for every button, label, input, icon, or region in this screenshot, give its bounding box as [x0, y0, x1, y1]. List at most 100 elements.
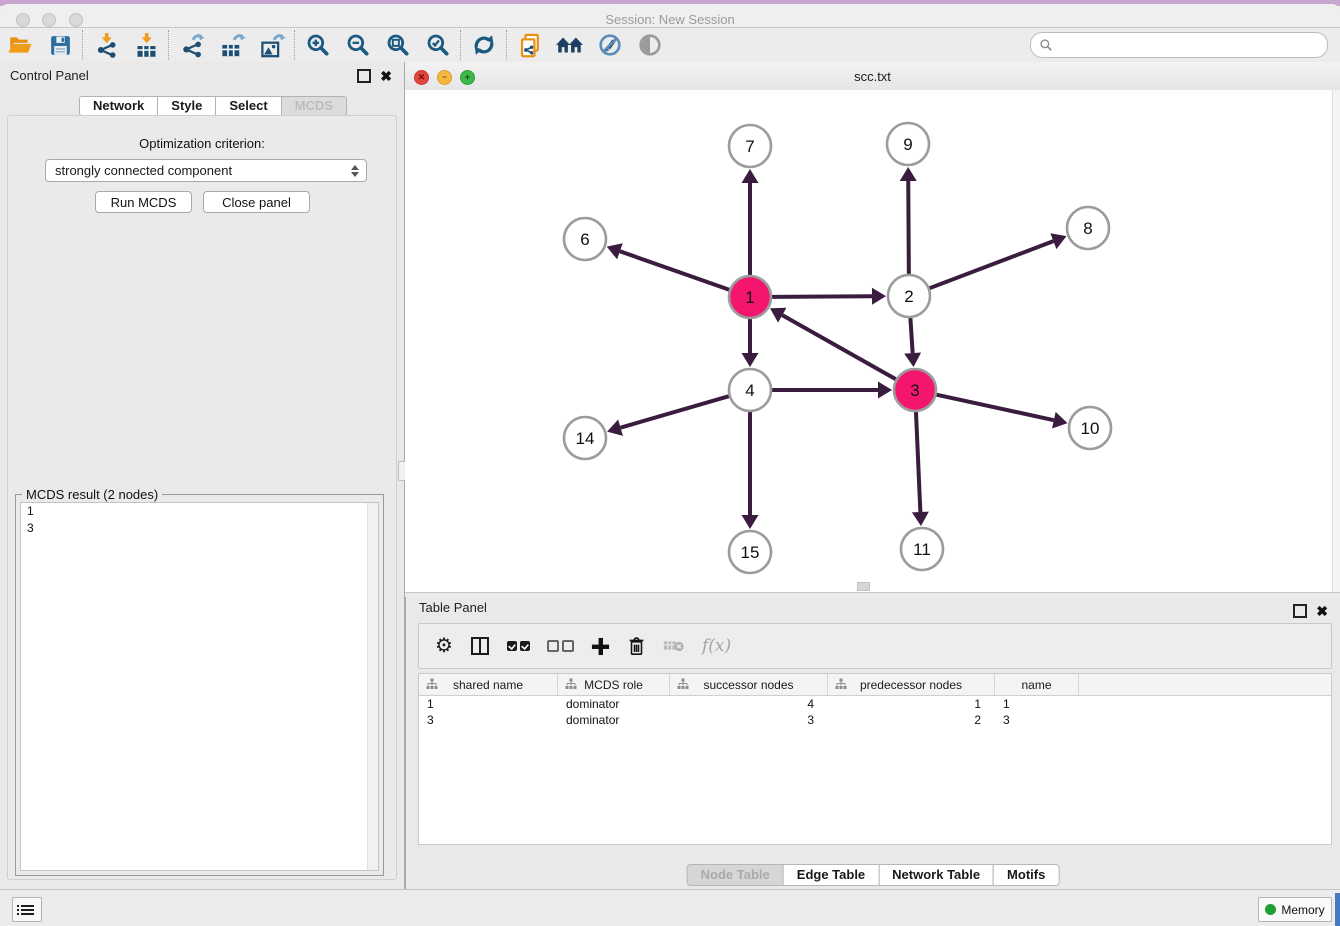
deselect-all-icon[interactable]	[547, 640, 574, 652]
export-table-button[interactable]	[212, 30, 252, 60]
edge-arrowhead	[872, 288, 886, 305]
tab-style[interactable]: Style	[157, 96, 216, 116]
zoom-fit-icon	[385, 32, 411, 58]
zoom-fit-button[interactable]	[378, 30, 418, 60]
node-table: shared nameMCDS rolesuccessor nodesprede…	[418, 673, 1332, 845]
column-type-icon	[677, 678, 689, 690]
graphics-details-icon	[597, 32, 623, 58]
save-session-button[interactable]	[40, 30, 80, 60]
task-history-button[interactable]	[12, 897, 42, 922]
open-session-button[interactable]	[0, 30, 40, 60]
task-list-icon	[21, 905, 34, 915]
export-network-icon	[179, 32, 206, 59]
tab-network-table[interactable]: Network Table	[878, 864, 994, 886]
table-cell[interactable]: 1	[995, 696, 1079, 712]
table-cell[interactable]: 3	[995, 712, 1079, 728]
zoom-selected-button[interactable]	[418, 30, 458, 60]
edge-arrowhead	[742, 353, 759, 367]
edge-arrowhead	[904, 353, 921, 368]
control-panel-tabs: NetworkStyleSelectMCDS	[79, 96, 347, 116]
table-cell[interactable]: dominator	[558, 712, 670, 728]
show-graphics-details-button[interactable]	[590, 30, 630, 60]
column-header-shared-name[interactable]: shared name	[419, 674, 558, 695]
tab-network[interactable]: Network	[79, 96, 158, 116]
add-column-icon[interactable]	[591, 637, 610, 656]
mcds-result-item[interactable]: 1	[21, 503, 378, 520]
tab-node-table[interactable]: Node Table	[687, 864, 784, 886]
refresh-icon	[471, 32, 497, 58]
column-header-mcds-role[interactable]: MCDS role	[558, 674, 670, 695]
mcds-result-title: MCDS result (2 nodes)	[22, 487, 162, 502]
mcds-panel: Optimization criterion: strongly connect…	[7, 115, 397, 880]
table-cell[interactable]: 4	[670, 696, 828, 712]
delete-column-trash-icon[interactable]	[627, 636, 646, 656]
column-label: successor nodes	[670, 678, 827, 692]
node-label-4: 4	[745, 381, 754, 400]
tab-mcds[interactable]: MCDS	[281, 96, 347, 116]
mcds-result-list[interactable]: 13	[20, 502, 379, 871]
run-mcds-button[interactable]: Run MCDS	[95, 191, 192, 213]
mcds-result-item[interactable]: 3	[21, 520, 378, 537]
select-all-icon[interactable]	[507, 641, 530, 651]
home-layout-button[interactable]	[550, 30, 590, 60]
table-cell[interactable]: 1	[419, 696, 558, 712]
column-header-name[interactable]: name	[995, 674, 1079, 695]
import-table-button[interactable]	[126, 30, 166, 60]
node-label-2: 2	[904, 287, 913, 306]
node-label-10: 10	[1081, 419, 1100, 438]
network-window-titlebar[interactable]: ✕ − + scc.txt	[405, 62, 1340, 91]
table-cell[interactable]: 3	[670, 712, 828, 728]
table-row[interactable]: 1dominator411	[419, 696, 1331, 712]
import-network-button[interactable]	[86, 30, 126, 60]
toolbar-separator	[168, 30, 170, 60]
column-header-successor-nodes[interactable]: successor nodes	[670, 674, 828, 695]
network-graph: 1234678910111415	[405, 90, 1340, 592]
edge-3-1	[782, 315, 896, 379]
network-scrollbar[interactable]	[1332, 90, 1340, 592]
table-cell[interactable]: dominator	[558, 696, 670, 712]
tab-select[interactable]: Select	[215, 96, 281, 116]
close-panel-icon[interactable]: ✖	[380, 70, 392, 82]
table-row[interactable]: 3dominator323	[419, 712, 1331, 728]
tab-edge-table[interactable]: Edge Table	[783, 864, 879, 886]
node-label-1: 1	[745, 288, 754, 307]
clone-network-button[interactable]	[510, 30, 550, 60]
export-image-button[interactable]	[252, 30, 292, 60]
main-toolbar	[0, 28, 1340, 63]
column-header-predecessor-nodes[interactable]: predecessor nodes	[828, 674, 995, 695]
table-toolbar: ⚙ f(x)	[418, 623, 1332, 669]
network-splitter-handle[interactable]	[857, 582, 870, 591]
edge-arrowhead	[742, 169, 759, 183]
node-label-3: 3	[910, 381, 919, 400]
float-panel-icon[interactable]	[357, 69, 371, 83]
birdseye-view-button[interactable]	[630, 30, 670, 60]
search-field[interactable]	[1030, 32, 1328, 58]
edge-arrowhead	[742, 515, 759, 529]
tab-motifs[interactable]: Motifs	[993, 864, 1059, 886]
function-builder-icon[interactable]: f(x)	[702, 636, 731, 656]
table-cell[interactable]: 3	[419, 712, 558, 728]
table-settings-gear-icon[interactable]: ⚙	[435, 636, 453, 656]
birdseye-eye-icon	[637, 32, 663, 58]
export-network-button[interactable]	[172, 30, 212, 60]
node-label-11: 11	[913, 540, 931, 559]
zoom-in-button[interactable]	[298, 30, 338, 60]
float-panel-icon[interactable]	[1293, 604, 1307, 618]
table-cell[interactable]: 1	[828, 696, 995, 712]
toolbar-separator	[294, 30, 296, 60]
window-title: Session: New Session	[0, 12, 1340, 27]
edge-4-14	[621, 396, 729, 428]
memory-button[interactable]: Memory	[1258, 897, 1332, 922]
mcds-result-scrollbar[interactable]	[367, 503, 378, 870]
table-cell[interactable]: 2	[828, 712, 995, 728]
delete-table-icon[interactable]	[663, 638, 685, 654]
criterion-select[interactable]: strongly connected component	[45, 159, 367, 182]
zoom-out-button[interactable]	[338, 30, 378, 60]
toggle-columns-icon[interactable]	[470, 636, 490, 656]
edge-arrowhead	[878, 382, 892, 399]
refresh-button[interactable]	[464, 30, 504, 60]
close-panel-icon[interactable]: ✖	[1316, 605, 1328, 617]
close-panel-button[interactable]: Close panel	[203, 191, 310, 213]
network-canvas[interactable]: 1234678910111415	[405, 90, 1340, 592]
search-input[interactable]	[1053, 35, 1327, 55]
